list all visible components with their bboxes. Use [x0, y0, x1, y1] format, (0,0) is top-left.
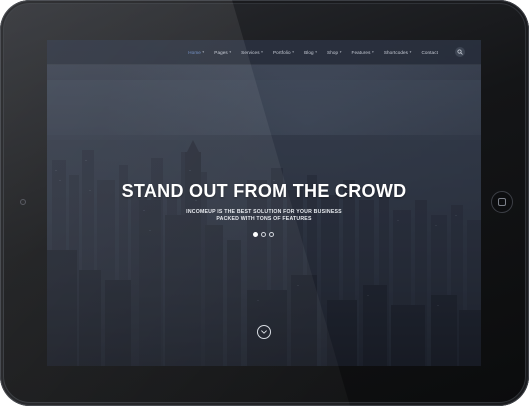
home-button-square — [498, 198, 506, 206]
nav-item-blog[interactable]: Blog ▾ — [299, 40, 322, 64]
nav-item-shortcodes[interactable]: Shortcodes ▾ — [379, 40, 417, 64]
chevron-down-icon: ▾ — [409, 50, 412, 54]
tablet-screen: Home ▾ Pages ▾ Services ▾ Portfolio ▾ Blog ▾ … — [47, 40, 481, 366]
hero-title: STAND OUT FROM THE CROWD — [121, 181, 407, 201]
nav-item-label: Shop — [327, 49, 339, 55]
nav-item-label: Blog — [304, 49, 314, 55]
chevron-down-icon — [261, 330, 267, 334]
slider-dot-2[interactable] — [261, 232, 266, 237]
scroll-down-button[interactable] — [257, 325, 271, 339]
nav-item-shop[interactable]: Shop ▾ — [322, 40, 347, 64]
hero-subtitle-line1: INCOMEUP IS THE BEST SOLUTION FOR YOUR B… — [186, 209, 342, 215]
nav-item-label: Features — [351, 49, 371, 55]
chevron-down-icon: ▾ — [292, 50, 295, 54]
camera-icon — [20, 199, 26, 205]
nav-item-label: Shortcodes — [383, 49, 409, 55]
nav-item-pages[interactable]: Pages ▾ — [209, 40, 236, 64]
nav-item-features[interactable]: Features ▾ — [347, 40, 379, 64]
top-navigation-bar: Home ▾ Pages ▾ Services ▾ Portfolio ▾ Blog ▾ … — [47, 40, 481, 65]
nav-item-home[interactable]: Home ▾ — [183, 40, 209, 64]
search-button[interactable] — [455, 47, 465, 57]
chevron-down-icon: ▾ — [339, 50, 342, 54]
nav-item-label: Contact — [421, 49, 438, 55]
hero-subtitle-line2: PACKED WITH TONS OF FEATURES — [216, 216, 312, 222]
home-button-icon[interactable] — [491, 191, 513, 213]
dark-overlay — [47, 40, 481, 366]
tablet-frame: Home ▾ Pages ▾ Services ▾ Portfolio ▾ Blog ▾ … — [0, 0, 529, 406]
slider-dot-3[interactable] — [269, 232, 274, 237]
nav-item-label: Home — [188, 49, 201, 55]
nav-item-contact[interactable]: Contact — [416, 40, 443, 64]
chevron-down-icon: ▾ — [371, 50, 374, 54]
chevron-down-icon: ▾ — [261, 50, 263, 54]
chevron-down-icon: ▾ — [202, 50, 205, 54]
nav-item-services[interactable]: Services ▾ — [236, 40, 268, 64]
chevron-down-icon: ▾ — [315, 50, 318, 54]
main-menu: Home ▾ Pages ▾ Services ▾ Portfolio ▾ Blog ▾ … — [183, 40, 443, 64]
search-icon — [457, 49, 463, 55]
chevron-down-icon: ▾ — [229, 50, 232, 54]
nav-item-label: Pages — [214, 49, 228, 55]
nav-item-label: Portfolio — [272, 49, 291, 55]
slider-dot-1[interactable] — [253, 232, 258, 237]
slider-pagination — [253, 232, 274, 237]
nav-item-label: Services — [241, 49, 260, 55]
nav-item-portfolio[interactable]: Portfolio ▾ — [268, 40, 299, 64]
